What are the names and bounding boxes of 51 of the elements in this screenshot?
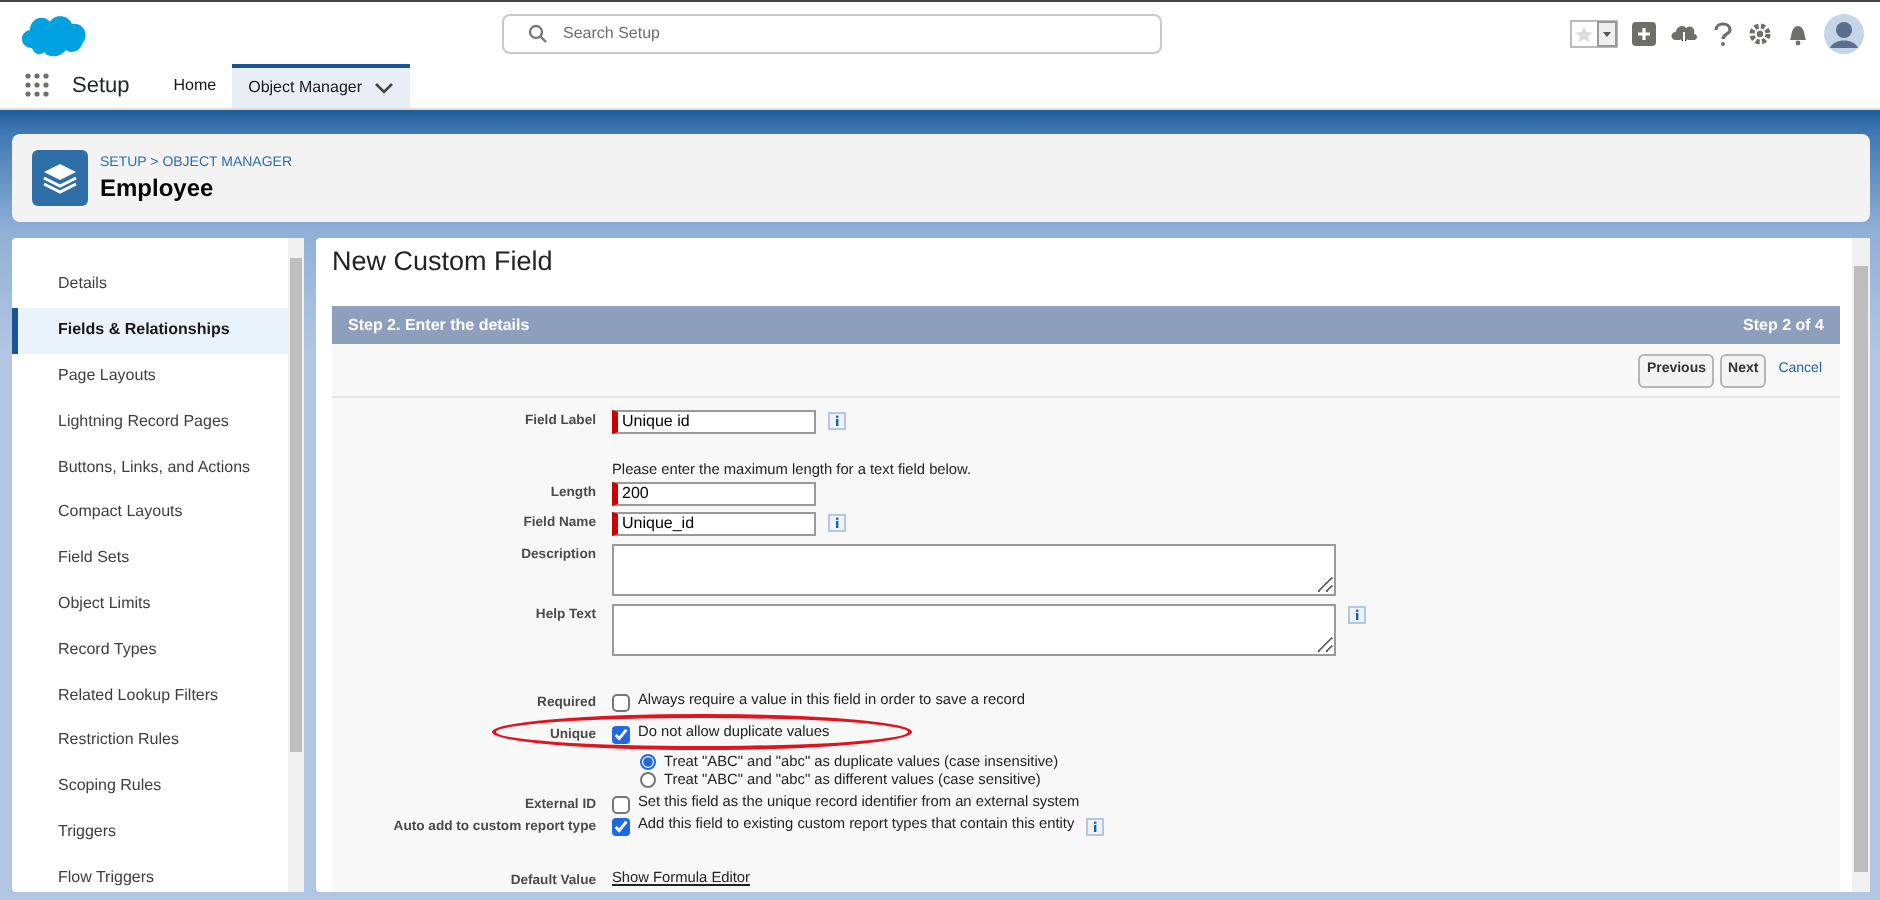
sidebar-item[interactable]: Restriction Rules — [12, 717, 288, 764]
notifications-icon[interactable] — [1786, 21, 1810, 45]
object-title: Employee — [100, 175, 216, 202]
sidebar-item[interactable]: Flow Triggers — [12, 854, 288, 900]
sidebar-item[interactable]: Buttons, Links, and Actions — [12, 444, 288, 490]
nav-tab[interactable]: Home — [157, 64, 233, 108]
favorites-icon[interactable] — [1570, 19, 1618, 47]
sidebar-item[interactable]: Details — [12, 262, 288, 308]
checkbox[interactable] — [612, 795, 630, 814]
scrollbar[interactable] — [1852, 238, 1870, 892]
info-icon[interactable] — [828, 513, 846, 532]
search-field[interactable]: Search Setup — [501, 13, 1161, 53]
sidebar-item[interactable]: Field Sets — [12, 535, 288, 582]
text-field[interactable]: Unique id — [612, 409, 816, 434]
cloud-icon[interactable] — [1670, 21, 1698, 45]
search-placeholder: Search Setup — [563, 21, 660, 45]
settings-icon[interactable] — [1748, 21, 1772, 45]
avatar[interactable] — [1824, 13, 1864, 53]
sidebar-item[interactable]: Related Lookup Filters — [12, 672, 288, 718]
step-counter: Step 2 of 4 — [1743, 313, 1824, 338]
info-icon[interactable] — [828, 411, 846, 430]
text-area[interactable] — [612, 543, 1336, 596]
add-icon[interactable] — [1632, 21, 1656, 45]
page-title: New Custom Field — [332, 244, 555, 280]
checkbox[interactable] — [612, 725, 630, 744]
sidebar-item[interactable]: Compact Layouts — [12, 489, 288, 536]
sidebar-item[interactable]: Page Layouts — [12, 353, 288, 399]
step-title: Step 2. Enter the details — [348, 313, 530, 338]
chevron-down-icon[interactable] — [374, 80, 395, 96]
sidebar-item[interactable]: Scoping Rules — [12, 763, 288, 810]
text-field[interactable]: Unique_id — [612, 511, 816, 536]
layers-icon — [32, 150, 88, 206]
sidebar-item[interactable]: Fields & Relationships — [12, 307, 288, 354]
text-field[interactable]: 200 — [612, 481, 816, 506]
app-name: Setup — [70, 71, 132, 102]
info-icon[interactable] — [1086, 817, 1105, 836]
scrollbar[interactable] — [288, 238, 304, 892]
text-area[interactable] — [612, 603, 1336, 656]
help-icon[interactable] — [1712, 21, 1734, 45]
sidebar-item[interactable]: Lightning Record Pages — [12, 398, 288, 445]
sidebar-item[interactable]: Triggers — [12, 809, 288, 855]
sidebar-item[interactable]: Record Types — [12, 626, 288, 673]
app-launcher-icon[interactable] — [24, 72, 52, 100]
checkbox[interactable] — [612, 693, 630, 712]
nav-tab[interactable]: Object Manager — [232, 64, 411, 108]
radio-button[interactable] — [640, 754, 656, 771]
sidebar-item[interactable]: Object Limits — [12, 581, 288, 627]
search-icon — [527, 23, 547, 43]
info-icon[interactable] — [1348, 605, 1366, 624]
checkbox[interactable] — [612, 817, 630, 836]
radio-button[interactable] — [640, 772, 656, 789]
